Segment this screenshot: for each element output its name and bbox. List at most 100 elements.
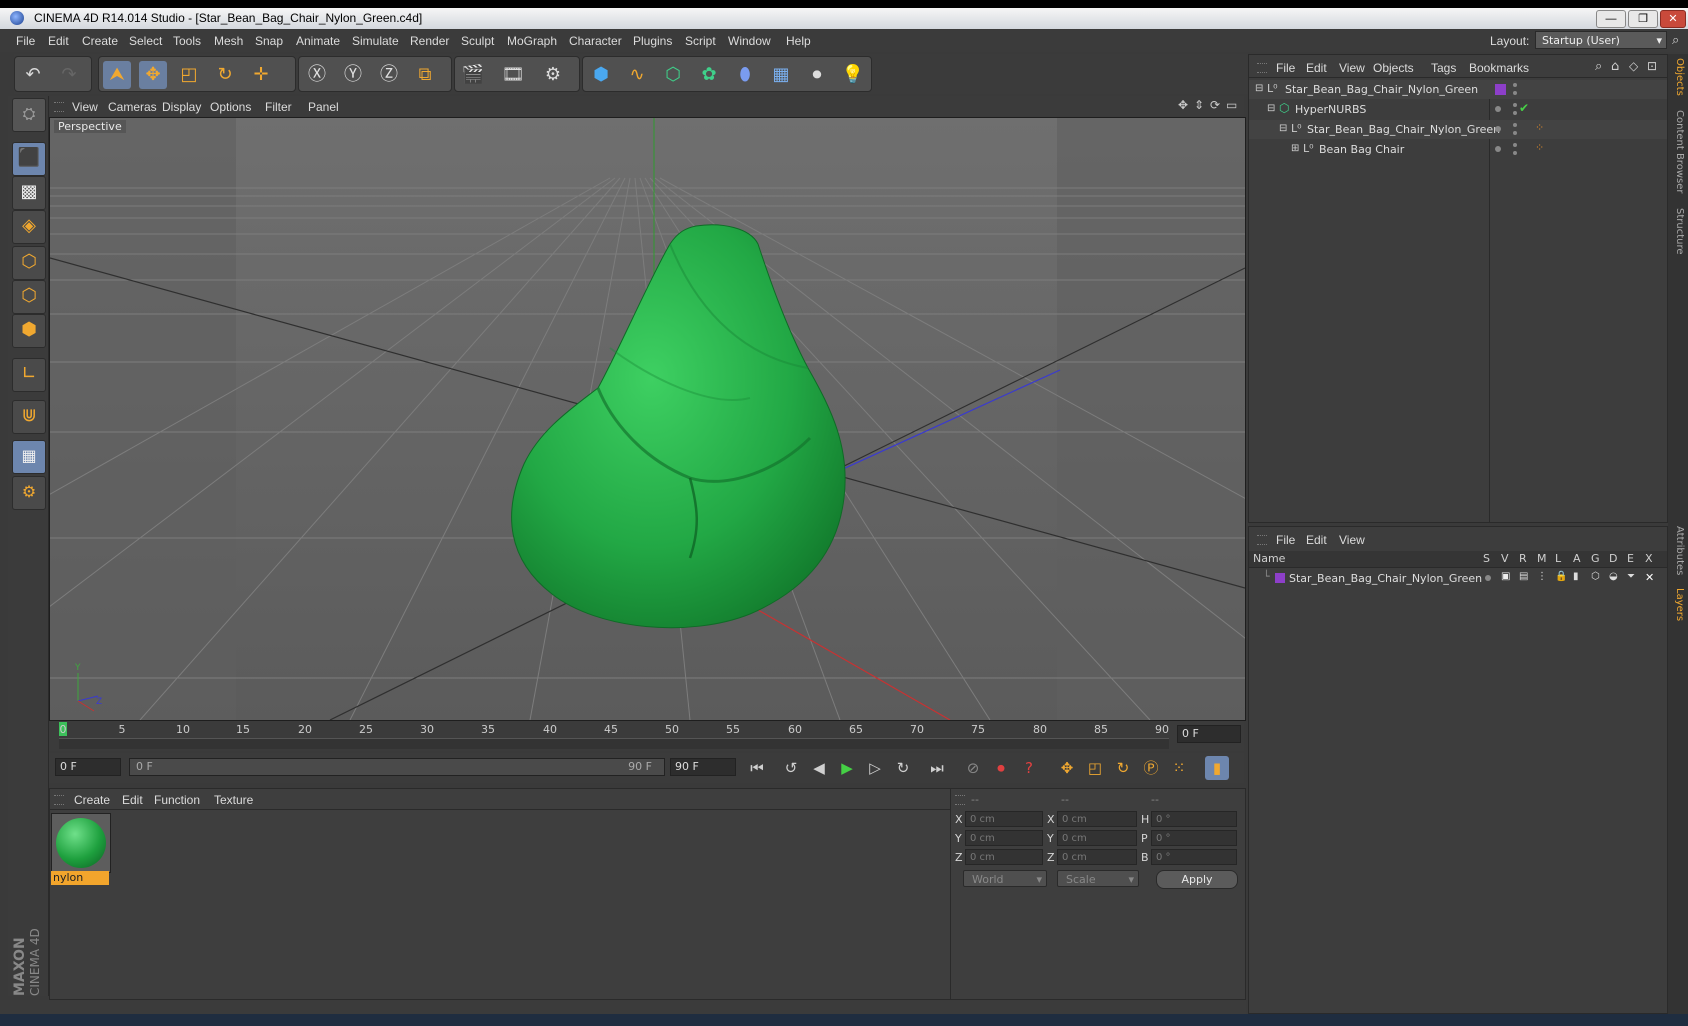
key-scale-button[interactable]: ◰	[1083, 756, 1107, 780]
size-x-field[interactable]: 0 cm	[1057, 811, 1137, 827]
col-view[interactable]: V	[1501, 552, 1509, 565]
deformer-button[interactable]: ⬮	[731, 61, 759, 89]
key-rotation-button[interactable]: ↻	[1111, 756, 1135, 780]
obj-menu-view[interactable]: View	[1339, 61, 1365, 75]
expression-icon[interactable]: ⏷	[1627, 571, 1635, 582]
workplane-mode-button[interactable]: ◈	[12, 210, 46, 244]
obj-menu-bookmarks[interactable]: Bookmarks	[1469, 61, 1529, 75]
search-icon[interactable]: ⌕	[1672, 33, 1679, 48]
viewport-label[interactable]: Perspective	[54, 120, 126, 133]
layer-color-swatch[interactable]	[1275, 573, 1285, 583]
mat-menu-create[interactable]: Create	[74, 793, 110, 807]
tab-structure[interactable]: Structure	[1671, 208, 1685, 255]
col-expressions[interactable]: E	[1627, 552, 1634, 565]
obj-menu-tags[interactable]: Tags	[1431, 61, 1456, 75]
render-visibility-dot[interactable]	[1513, 151, 1517, 155]
layer-menu-edit[interactable]: Edit	[1306, 533, 1327, 547]
object-name[interactable]: Star_Bean_Bag_Chair_Nylon_Green	[1285, 83, 1478, 96]
close-button[interactable]: ✕	[1660, 10, 1686, 28]
editor-visibility-dot[interactable]	[1513, 123, 1517, 127]
object-row[interactable]: ⊟ L⁰ Star_Bean_Bag_Chair_Nylon_Green	[1249, 80, 1667, 99]
render-icon[interactable]: ▤	[1519, 571, 1528, 582]
menu-plugins[interactable]: Plugins	[633, 34, 672, 48]
previous-frame-button[interactable]: ◀	[807, 756, 831, 780]
new-window-icon[interactable]: ⊡	[1647, 59, 1657, 73]
vp-menu-cameras[interactable]: Cameras	[108, 100, 157, 114]
previous-key-button[interactable]: ↺	[779, 756, 803, 780]
obj-menu-edit[interactable]: Edit	[1306, 61, 1327, 75]
solo-toggle[interactable]	[1485, 575, 1491, 581]
obj-menu-file[interactable]: File	[1276, 61, 1295, 75]
vp-menu-display[interactable]: Display	[162, 100, 201, 114]
layer-menu-view[interactable]: View	[1339, 533, 1365, 547]
expand-icon[interactable]: ⊞	[1291, 143, 1299, 154]
collapse-icon[interactable]: ⊟	[1267, 103, 1275, 114]
z-axis-button[interactable]: Ⓩ	[375, 61, 403, 89]
menu-mesh[interactable]: Mesh	[214, 34, 243, 48]
size-mode-select[interactable]: Scale ▾	[1057, 870, 1139, 887]
pos-x-field[interactable]: 0 cm	[965, 811, 1043, 827]
col-name[interactable]: Name	[1253, 552, 1285, 565]
scale-tool-button[interactable]: ◰	[175, 61, 203, 89]
coordinate-system-button[interactable]: ⧉	[411, 61, 439, 89]
home-icon[interactable]: ⌂	[1611, 59, 1619, 74]
camera-button[interactable]: ⏺	[803, 61, 831, 89]
manager-icon[interactable]: ⋮	[1537, 571, 1547, 582]
menu-sculpt[interactable]: Sculpt	[461, 34, 494, 48]
menu-window[interactable]: Window	[728, 34, 771, 48]
object-row[interactable]: ⊟ L⁰ Star_Bean_Bag_Chair_Nylon_Green ⁘	[1249, 120, 1667, 139]
viewport-scene[interactable]: Y Z	[50, 118, 1245, 720]
mat-menu-function[interactable]: Function	[154, 793, 200, 807]
layout-select[interactable]: Startup (User) ▾	[1535, 31, 1667, 49]
timeline-ruler[interactable]: 0 5 10 15 20 25 30 35 40 45 50 55 60 65 …	[49, 721, 1244, 751]
mat-menu-edit[interactable]: Edit	[122, 793, 143, 807]
tab-layers[interactable]: Layers	[1671, 588, 1685, 621]
layer-dot[interactable]	[1495, 126, 1501, 132]
render-view-button[interactable]: 🎬	[459, 61, 487, 89]
undo-button[interactable]: ↶	[19, 61, 47, 89]
keyframe-selection-button[interactable]: ?	[1017, 756, 1041, 780]
search-icon[interactable]: ⌕	[1595, 59, 1602, 74]
y-axis-button[interactable]: Ⓨ	[339, 61, 367, 89]
next-frame-button[interactable]: ▷	[863, 756, 887, 780]
material-swatch[interactable]	[51, 813, 111, 873]
range-slider[interactable]: 0 F 90 F	[129, 758, 665, 776]
rot-p-field[interactable]: 0 °	[1151, 830, 1237, 846]
texture-mode-button[interactable]: ▩	[12, 176, 46, 210]
rotate-tool-button[interactable]: ↻	[211, 61, 239, 89]
col-generators[interactable]: G	[1591, 552, 1600, 565]
polygons-mode-button[interactable]: ⬢	[12, 314, 46, 348]
tab-attributes[interactable]: Attributes	[1671, 526, 1685, 575]
col-deformers[interactable]: D	[1609, 552, 1617, 565]
edges-mode-button[interactable]: ⬡	[12, 280, 46, 314]
menu-snap[interactable]: Snap	[255, 34, 283, 48]
x-axis-button[interactable]: Ⓧ	[303, 61, 331, 89]
nurbs-button[interactable]: ⬡	[659, 61, 687, 89]
layer-row[interactable]: └ Star_Bean_Bag_Chair_Nylon_Green ▣ ▤ ⋮ …	[1249, 569, 1667, 588]
col-solo[interactable]: S	[1483, 552, 1490, 565]
menu-edit[interactable]: Edit	[48, 34, 69, 48]
key-parameter-button[interactable]: Ⓟ	[1139, 756, 1163, 780]
layer-name[interactable]: Star_Bean_Bag_Chair_Nylon_Green	[1289, 572, 1482, 585]
eye-icon[interactable]: ▣	[1501, 571, 1510, 582]
perspective-viewport[interactable]: Y Z Perspective	[49, 117, 1246, 721]
checkmark-icon[interactable]: ✔	[1519, 101, 1529, 115]
timeline-track[interactable]	[59, 738, 1169, 749]
move-tool-button[interactable]: ✥	[139, 61, 167, 89]
timeline-scheme-button[interactable]: ▮	[1205, 756, 1229, 780]
current-frame-field[interactable]: 0 F	[1177, 725, 1241, 743]
go-to-start-button[interactable]: ⏮	[745, 756, 769, 780]
layer-dot[interactable]	[1495, 106, 1501, 112]
col-manager[interactable]: M	[1537, 552, 1547, 565]
apply-button[interactable]: Apply	[1156, 870, 1238, 889]
vp-menu-filter[interactable]: Filter	[265, 100, 292, 114]
workplane-lock-button[interactable]: ▦	[12, 440, 46, 474]
key-pla-button[interactable]: ⁙	[1167, 756, 1191, 780]
texture-tag-icon[interactable]: ⁘	[1535, 121, 1544, 134]
object-name[interactable]: Star_Bean_Bag_Chair_Nylon_Green	[1307, 123, 1500, 136]
editor-visibility-dot[interactable]	[1513, 103, 1517, 107]
render-visibility-dot[interactable]	[1513, 131, 1517, 135]
minimize-button[interactable]: —	[1596, 10, 1626, 28]
points-mode-button[interactable]: ⬡	[12, 246, 46, 280]
menu-simulate[interactable]: Simulate	[352, 34, 399, 48]
